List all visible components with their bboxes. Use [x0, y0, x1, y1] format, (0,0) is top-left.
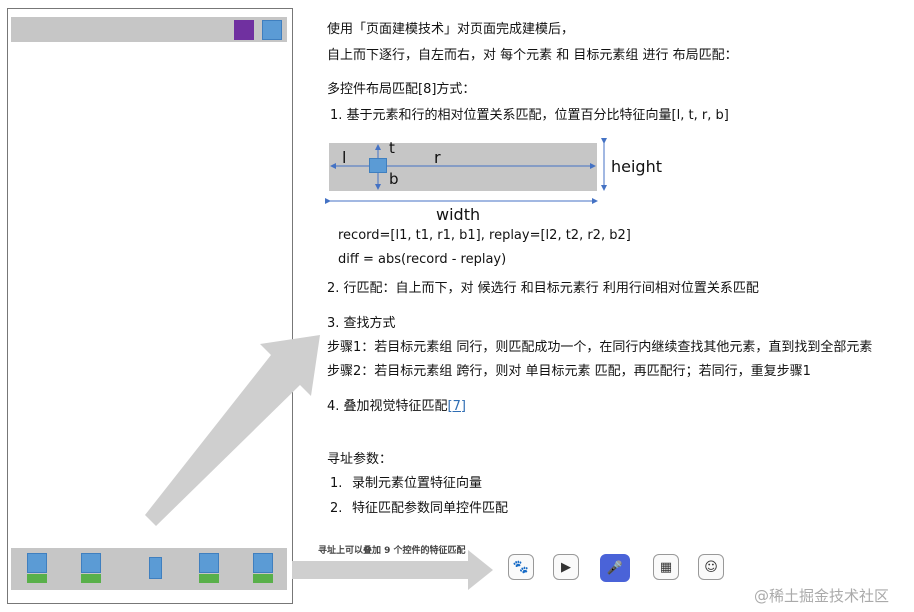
paw-icon[interactable]: 🐾 [508, 554, 534, 580]
label-r: r [434, 148, 441, 167]
step-4-label: 4. 叠加视觉特征匹配 [327, 399, 448, 414]
addr-2: 特征匹配参数同单控件匹配 [352, 501, 509, 516]
mic-icon[interactable]: 🎤 [600, 554, 630, 582]
play-icon[interactable]: ▶ [553, 554, 579, 580]
addr-2-num: 2. [330, 501, 343, 516]
addr-title: 寻址参数： [327, 452, 393, 467]
label-t: t [389, 139, 395, 157]
record-line: record=[l1, t1, r1, b1], replay=[l2, t2,… [338, 228, 631, 243]
watermark: @稀土掘金技术社区 [754, 587, 890, 605]
calendar-icon[interactable]: ▦ [653, 554, 679, 580]
step-3: 3. 查找方式 [327, 316, 396, 331]
step-4: 4. 叠加视觉特征匹配[7] [327, 399, 466, 415]
diagram-arrows [325, 138, 607, 204]
diff-line: diff = abs(record - replay) [338, 252, 507, 267]
bottom-caption: 寻址上可以叠加 9 个控件的特征匹配 [318, 546, 466, 556]
smile-icon[interactable]: ☺ [698, 554, 724, 580]
ref-7-link[interactable]: [7] [448, 399, 466, 414]
substep-2: 步骤2：若目标元素组 跨行，则对 单目标元素 匹配，再匹配行；若同行，重复步骤1 [327, 364, 811, 379]
label-height: height [611, 157, 662, 176]
label-width: width [436, 205, 481, 224]
label-b: b [389, 170, 399, 188]
label-l: l [342, 148, 347, 167]
addr-1: 录制元素位置特征向量 [352, 476, 483, 491]
addr-1-num: 1. [330, 476, 343, 491]
substep-1: 步骤1：若目标元素组 同行，则匹配成功一个，在同行内继续查找其他元素，直到找到全… [327, 340, 873, 355]
step-2: 2. 行匹配：自上而下，对 候选行 和目标元素行 利用行间相对位置关系匹配 [327, 281, 759, 296]
